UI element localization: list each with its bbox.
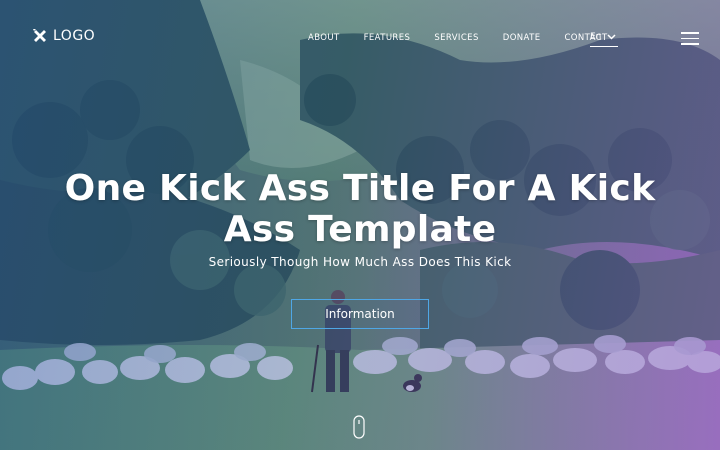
top-navbar: LOGO ABOUT FEATURES SERVICES DONATE CONT… [0,0,720,76]
hero-section: LOGO ABOUT FEATURES SERVICES DONATE CONT… [0,0,720,450]
hero-subtitle: Seriously Though How Much Ass Does This … [208,255,512,269]
chevron-down-icon [607,34,616,40]
nav-item-donate[interactable]: DONATE [503,33,541,44]
hero-title: One Kick Ass Title For A Kick Ass Templa… [64,168,656,250]
logo-text: LOGO [53,28,96,44]
language-label: En [590,32,602,42]
nav-item-about[interactable]: ABOUT [308,33,340,44]
nav-item-features[interactable]: FEATURES [364,33,411,44]
hamburger-menu-icon[interactable] [681,32,699,45]
logo[interactable]: LOGO [32,28,95,44]
crossed-tools-icon [32,28,48,44]
information-button[interactable]: Information [291,299,429,329]
language-select[interactable]: En [590,32,618,47]
main-nav-menu: ABOUT FEATURES SERVICES DONATE CONTACT [308,33,632,44]
nav-item-services[interactable]: SERVICES [434,33,478,44]
mouse-scroll-icon[interactable] [353,415,365,439]
